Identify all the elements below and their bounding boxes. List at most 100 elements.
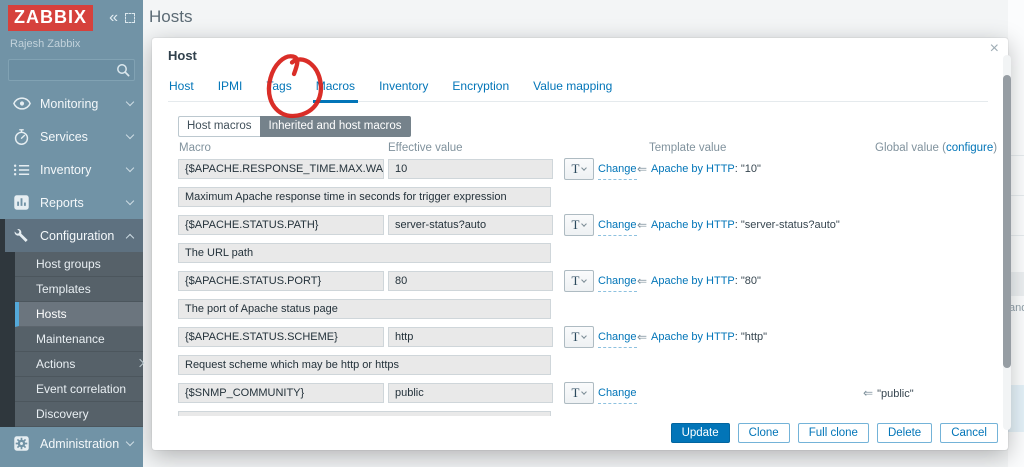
tab-tags[interactable]: Tags — [265, 76, 292, 101]
effective-value-input[interactable]: http — [388, 327, 553, 347]
host-macros-toggle[interactable]: Host macros — [178, 116, 260, 137]
effective-value-input[interactable]: server-status?auto — [388, 215, 553, 235]
scrollbar-thumb[interactable] — [1003, 75, 1011, 368]
sidebar-item-inventory[interactable]: Inventory — [0, 153, 143, 186]
template-link[interactable]: Apache by HTTP — [651, 331, 735, 343]
chevron-down-icon — [126, 98, 134, 106]
value-type-button[interactable]: T — [564, 270, 594, 292]
macro-input[interactable]: {$APACHE.STATUS.PORT} — [178, 271, 384, 291]
chevron-down-icon — [126, 438, 134, 446]
inherited-from-arrow-icon: ⇐ — [637, 271, 647, 291]
column-header-global-value: Global value (configure) — [875, 142, 997, 154]
user-name: Rajesh Zabbix — [10, 38, 143, 50]
chevron-up-icon — [126, 233, 134, 241]
tab-value-mapping[interactable]: Value mapping — [532, 76, 613, 101]
close-icon[interactable]: × — [990, 41, 999, 57]
chevron-down-icon — [126, 197, 134, 205]
wrench-icon — [12, 227, 31, 244]
clone-button[interactable]: Clone — [738, 423, 790, 443]
sidebar-item-reports[interactable]: Reports — [0, 186, 143, 219]
sidebar-item-maintenance[interactable]: Maintenance — [15, 327, 143, 352]
search-icon — [116, 63, 130, 77]
value-type-button[interactable]: T — [564, 214, 594, 236]
column-header-macro: Macro — [179, 142, 211, 154]
change-link[interactable]: Change — [598, 215, 637, 236]
dialog-tabs: Host IPMI Tags Macros Inventory Encrypti… — [168, 76, 988, 102]
sidebar-item-hosts[interactable]: Hosts — [15, 302, 143, 327]
tab-macros[interactable]: Macros — [315, 76, 356, 101]
template-link[interactable]: Apache by HTTP — [651, 275, 735, 287]
zabbix-logo[interactable]: ZABBIX — [8, 5, 93, 31]
sidebar-nav: Monitoring Services Inventory Reports Co… — [0, 87, 143, 460]
host-dialog: Host × Host IPMI Tags Macros Inventory E… — [152, 38, 1008, 450]
template-value: : "http" — [735, 331, 767, 343]
main-content: Hosts and Host × Host IPMI Tags Macros I… — [143, 0, 1024, 467]
chevron-down-icon — [582, 221, 588, 227]
macros-view-toggle: Host macros Inherited and host macros — [178, 116, 411, 137]
macro-input[interactable]: {$APACHE.STATUS.SCHEME} — [178, 327, 384, 347]
configure-link[interactable]: configure — [946, 142, 993, 154]
sidebar-item-monitoring[interactable]: Monitoring — [0, 87, 143, 120]
hide-sidebar-icon[interactable] — [125, 13, 135, 23]
delete-button[interactable]: Delete — [877, 423, 932, 443]
sidebar-item-administration[interactable]: Administration — [0, 427, 143, 460]
macro-description-input[interactable]: The port of Apache status page — [178, 299, 551, 319]
macro-description-input[interactable]: Maximum Apache response time in seconds … — [178, 187, 551, 207]
macro-input[interactable]: {$SNMP_COMMUNITY} — [178, 383, 384, 403]
change-link[interactable]: Change — [598, 383, 637, 404]
stopwatch-icon — [12, 128, 31, 146]
list-icon — [12, 163, 31, 177]
dialog-footer: Update Clone Full clone Delete Cancel — [671, 423, 998, 443]
chevron-down-icon — [126, 164, 134, 172]
full-clone-button[interactable]: Full clone — [798, 423, 869, 443]
macro-input[interactable]: {$APACHE.RESPONSE_TIME.MAX.WARN} — [178, 159, 384, 179]
sidebar-item-discovery[interactable]: Discovery — [15, 402, 143, 427]
effective-value-input[interactable]: 80 — [388, 271, 553, 291]
collapse-sidebar-icon[interactable]: « — [109, 11, 118, 25]
update-button[interactable]: Update — [671, 423, 730, 443]
chevron-right-icon — [136, 358, 144, 366]
inherited-from-arrow-icon: ⇐ — [637, 215, 647, 235]
macro-input[interactable]: {$APACHE.STATUS.PATH} — [178, 215, 384, 235]
template-value: : "10" — [735, 163, 761, 175]
background-text-fragment: and — [1009, 302, 1024, 314]
change-link[interactable]: Change — [598, 159, 637, 180]
sidebar-item-event-correlation[interactable]: Event correlation — [15, 377, 143, 402]
bar-chart-icon — [12, 194, 31, 211]
sidebar-item-services[interactable]: Services — [0, 120, 143, 153]
value-type-button[interactable]: T — [564, 326, 594, 348]
tab-inventory[interactable]: Inventory — [378, 76, 429, 101]
macro-description-input[interactable]: Request scheme which may be http or http… — [178, 355, 551, 375]
column-header-template-value: Template value — [649, 142, 726, 154]
cancel-button[interactable]: Cancel — [940, 423, 998, 443]
global-value: ⇐"public" — [863, 383, 914, 404]
gear-icon — [12, 435, 31, 452]
chevron-down-icon — [582, 277, 588, 283]
effective-value-input[interactable]: public — [388, 383, 553, 403]
template-link[interactable]: Apache by HTTP — [651, 163, 735, 175]
eye-icon — [12, 97, 31, 110]
configuration-submenu: Host groups Templates Hosts Maintenance … — [0, 252, 143, 427]
chevron-down-icon — [126, 131, 134, 139]
sidebar-item-host-groups[interactable]: Host groups — [15, 252, 143, 277]
scrollbar-track[interactable] — [1003, 55, 1011, 430]
change-link[interactable]: Change — [598, 327, 637, 348]
inherited-and-host-macros-toggle[interactable]: Inherited and host macros — [260, 116, 411, 137]
tab-ipmi[interactable]: IPMI — [217, 76, 244, 101]
sidebar-item-templates[interactable]: Templates — [15, 277, 143, 302]
sidebar: ZABBIX « Rajesh Zabbix Monitoring Servic… — [0, 0, 143, 467]
sidebar-item-actions[interactable]: Actions — [15, 352, 143, 377]
value-type-button[interactable]: T — [564, 158, 594, 180]
value-type-button[interactable]: T — [564, 382, 594, 404]
change-link[interactable]: Change — [598, 271, 637, 292]
tab-host[interactable]: Host — [168, 76, 195, 101]
chevron-down-icon — [582, 389, 588, 395]
macro-description-input[interactable]: The URL path — [178, 243, 551, 263]
template-value: : "server-status?auto" — [735, 219, 840, 231]
template-link[interactable]: Apache by HTTP — [651, 219, 735, 231]
effective-value-input[interactable]: 10 — [388, 159, 553, 179]
chevron-down-icon — [582, 333, 588, 339]
column-header-effective-value: Effective value — [388, 142, 463, 154]
sidebar-item-configuration[interactable]: Configuration — [0, 219, 143, 252]
tab-encryption[interactable]: Encryption — [451, 76, 510, 101]
